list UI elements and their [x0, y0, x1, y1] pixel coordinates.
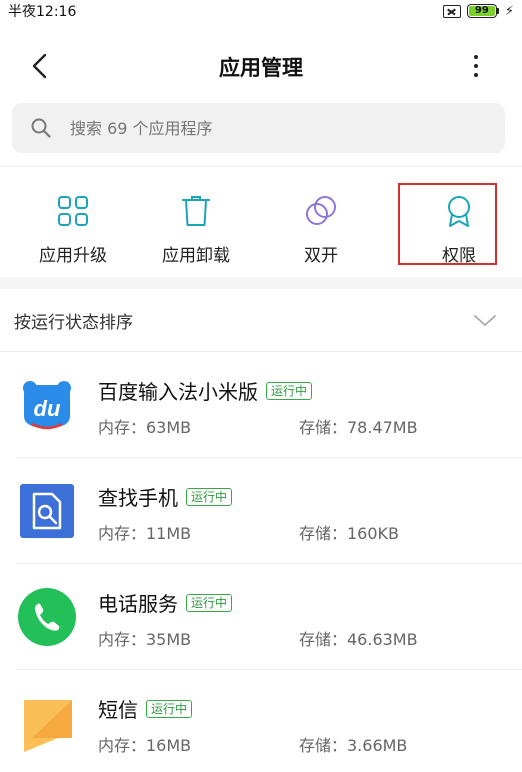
- page-title: 应用管理: [219, 56, 303, 80]
- app-name: 查找手机: [98, 486, 178, 510]
- title-bar: 应用管理: [0, 40, 522, 92]
- app-memory: 内存：63MB: [98, 418, 192, 437]
- app-name: 电话服务: [98, 592, 178, 616]
- status-badge: 运行中: [186, 593, 233, 612]
- sort-selector[interactable]: 按运行状态排序: [0, 289, 522, 352]
- app-list-item[interactable]: 查找手机 运行中 内存：11MB 存储：160KB: [16, 458, 522, 564]
- app-name-line: 百度输入法小米版 运行中: [98, 376, 313, 405]
- permissions-label: 权限: [442, 246, 476, 266]
- status-badge: 运行中: [266, 381, 313, 400]
- app-uninstall-label: 应用卸载: [162, 246, 230, 266]
- app-storage: 存储：160KB: [299, 524, 400, 543]
- dual-apps-button[interactable]: 双开: [246, 167, 396, 277]
- search-bar[interactable]: [12, 103, 505, 153]
- app-storage: 存储：78.47MB: [299, 418, 418, 437]
- app-upgrade-button[interactable]: 应用升级: [0, 167, 146, 277]
- back-button[interactable]: [24, 50, 56, 82]
- sim-error-icon: [442, 4, 461, 18]
- app-memory: 内存：35MB: [98, 630, 192, 649]
- app-list-item[interactable]: du 百度输入法小米版 运行中 内存：63MB 存储：78.47MB: [16, 352, 522, 458]
- status-bar: 半夜12:16 99 ⚡: [0, 0, 522, 22]
- app-name: 短信: [98, 698, 138, 722]
- permissions-button[interactable]: 权限: [396, 167, 522, 277]
- app-name-line: 短信 运行中: [98, 694, 193, 723]
- search-input[interactable]: [70, 118, 450, 138]
- grid-icon: [58, 196, 88, 226]
- app-list-item[interactable]: 短信 运行中 内存：16MB 存储：3.66MB: [16, 670, 522, 772]
- app-storage: 存储：3.66MB: [299, 736, 408, 755]
- trash-icon: [182, 196, 210, 226]
- status-time: 半夜12:16: [8, 4, 77, 20]
- sms-icon: [24, 700, 72, 752]
- app-name: 百度输入法小米版: [98, 380, 258, 404]
- find-phone-icon: [20, 484, 74, 538]
- app-list: du 百度输入法小米版 运行中 内存：63MB 存储：78.47MB 查找手机 …: [0, 352, 522, 772]
- app-uninstall-button[interactable]: 应用卸载: [146, 167, 246, 277]
- dual-circle-icon: [306, 196, 336, 225]
- dual-apps-label: 双开: [304, 246, 338, 266]
- chevron-down-icon: [474, 315, 496, 326]
- app-name-line: 查找手机 运行中: [98, 482, 233, 511]
- quick-actions: 应用升级 应用卸载 双开 权限: [0, 167, 522, 277]
- baidu-input-icon: du: [23, 381, 71, 430]
- app-storage: 存储：46.63MB: [299, 630, 418, 649]
- svg-text:du: du: [34, 396, 61, 421]
- app-list-item[interactable]: 电话服务 运行中 内存：35MB 存储：46.63MB: [16, 564, 522, 670]
- battery-level: 99: [468, 6, 495, 16]
- badge-icon: [448, 196, 470, 227]
- app-upgrade-label: 应用升级: [39, 246, 107, 266]
- app-name-line: 电话服务 运行中: [98, 588, 233, 617]
- app-memory: 内存：16MB: [98, 736, 192, 755]
- sort-label: 按运行状态排序: [14, 312, 133, 333]
- status-icons: 99 ⚡: [442, 3, 514, 19]
- search-icon: [31, 118, 51, 138]
- section-gap: [0, 277, 522, 289]
- status-badge: 运行中: [186, 487, 233, 506]
- chevron-left-icon: [32, 53, 47, 79]
- bolt-icon: ⚡: [504, 3, 514, 19]
- battery-icon: 99: [466, 4, 499, 18]
- phone-icon: [18, 588, 76, 646]
- more-vertical-icon[interactable]: [460, 50, 492, 82]
- status-badge: 运行中: [146, 699, 193, 718]
- app-memory: 内存：11MB: [98, 524, 192, 543]
